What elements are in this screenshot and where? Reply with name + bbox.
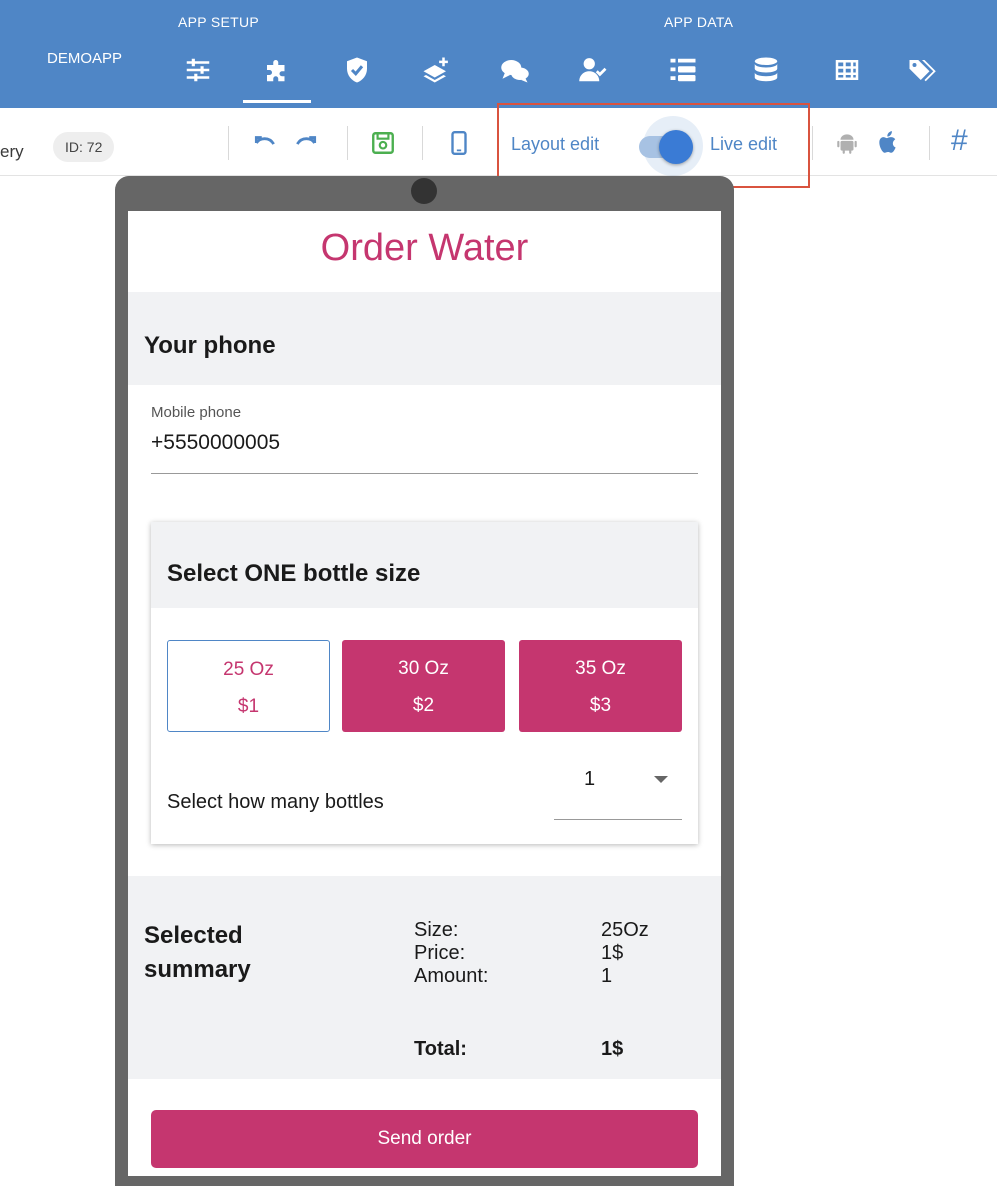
phone-section-heading: Your phone: [144, 332, 276, 359]
bottle-option-35oz[interactable]: 35 Oz $3: [519, 640, 682, 732]
phone-camera: [411, 178, 437, 204]
shield-check-icon[interactable]: [339, 52, 375, 88]
quantity-label: Select how many bottles: [167, 791, 384, 813]
bottle-option-30oz[interactable]: 30 Oz $2: [342, 640, 505, 732]
bottle-option-25oz[interactable]: 25 Oz $1: [167, 640, 330, 732]
caret-down-icon: [654, 776, 668, 783]
bottle-option-price: $1: [237, 696, 260, 717]
save-icon[interactable]: [368, 128, 398, 158]
user-check-icon[interactable]: [575, 52, 611, 88]
table-icon[interactable]: [829, 52, 865, 88]
mobile-phone-underline: [151, 473, 698, 474]
hash-button[interactable]: #: [951, 124, 968, 158]
mobile-phone-input[interactable]: [151, 431, 698, 455]
sliders-icon[interactable]: [180, 52, 216, 88]
summary-price-value: 1$: [601, 942, 624, 964]
app-name[interactable]: DEMOAPP: [47, 50, 122, 67]
top-nav-bar: APP SETUP APP DATA DEMOAPP: [0, 0, 997, 108]
id-badge: ID: 72: [53, 132, 115, 162]
app-setup-label: APP SETUP: [178, 14, 260, 30]
undo-icon[interactable]: [250, 128, 280, 158]
bottle-size-card: Select ONE bottle size 25 Oz $1 30 Oz $2…: [151, 522, 698, 844]
quantity-select[interactable]: 1: [554, 764, 682, 820]
database-icon[interactable]: [748, 52, 784, 88]
bottle-card-header: Select ONE bottle size: [151, 522, 698, 608]
phone-preview-icon[interactable]: [444, 128, 474, 158]
divider: [228, 126, 229, 160]
phone-screen: Order Water Your phone Mobile phone Sele…: [128, 211, 721, 1176]
active-tab-indicator: [243, 100, 311, 103]
divider: [422, 126, 423, 160]
bottle-card-heading: Select ONE bottle size: [167, 560, 421, 587]
bottle-option-size: 35 Oz: [575, 658, 626, 679]
list-icon[interactable]: [665, 52, 701, 88]
android-icon[interactable]: [832, 128, 862, 158]
bottle-option-price: $3: [589, 695, 612, 716]
bottle-option-price: $2: [412, 695, 435, 716]
redo-icon[interactable]: [291, 128, 321, 158]
breadcrumb[interactable]: ery: [0, 142, 24, 162]
divider: [812, 126, 813, 160]
divider: [347, 126, 348, 160]
layers-add-icon[interactable]: [418, 52, 454, 88]
app-data-label: APP DATA: [664, 14, 734, 30]
page-title: Order Water: [320, 227, 529, 269]
send-order-button[interactable]: Send order: [151, 1110, 698, 1168]
tags-icon[interactable]: [904, 52, 940, 88]
apple-icon[interactable]: [873, 128, 903, 158]
mobile-phone-label: Mobile phone: [151, 404, 242, 421]
summary-size-value: 25Oz: [601, 919, 649, 941]
phone-section-header: Your phone: [128, 292, 721, 385]
summary-size-label: Size:: [414, 919, 459, 941]
summary-total-label: Total:: [414, 1038, 467, 1060]
bottle-option-size: 25 Oz: [223, 659, 274, 680]
summary-amount-value: 1: [601, 965, 613, 987]
summary-section: Selected summary Size: 25Oz Price: 1$ Am…: [128, 876, 721, 1079]
summary-total-value: 1$: [601, 1038, 624, 1060]
summary-heading: Selected summary: [144, 922, 251, 983]
quantity-value: 1: [584, 768, 596, 790]
divider: [929, 126, 930, 160]
quantity-underline: [554, 819, 682, 820]
chat-icon[interactable]: [497, 52, 533, 88]
bottle-option-size: 30 Oz: [398, 658, 449, 679]
puzzle-icon[interactable]: [259, 52, 295, 88]
summary-amount-label: Amount:: [414, 965, 489, 987]
summary-price-label: Price:: [414, 942, 466, 964]
